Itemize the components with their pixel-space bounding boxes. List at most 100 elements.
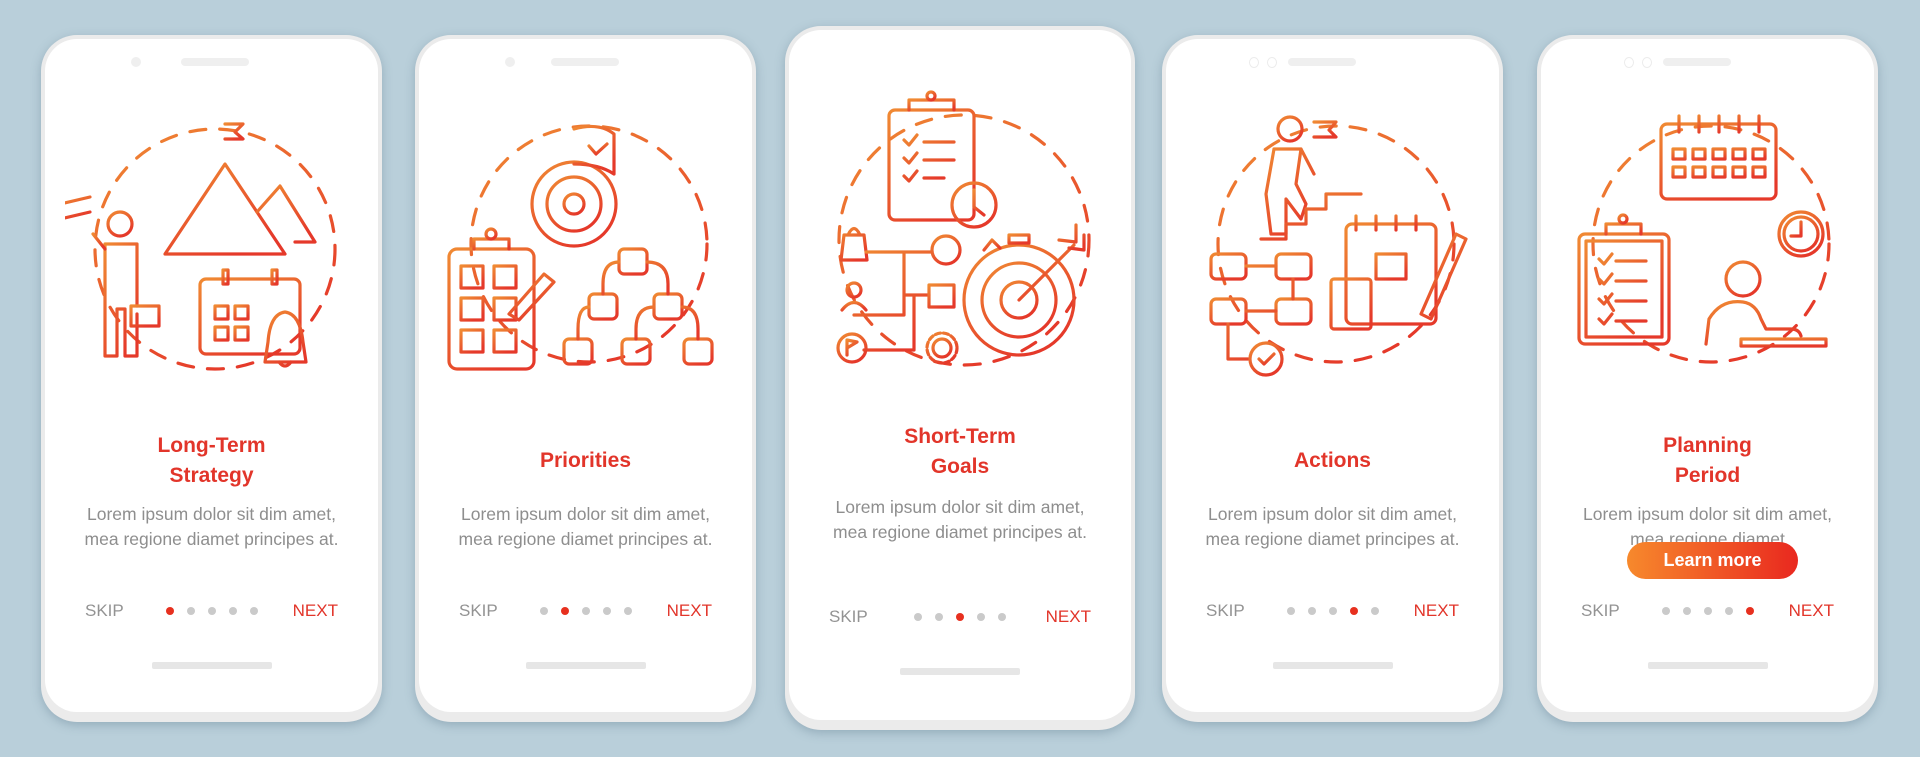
page-dot[interactable] — [1682, 607, 1691, 615]
page-dot[interactable] — [228, 607, 237, 615]
page-dot[interactable] — [1370, 607, 1379, 615]
onboarding-screen-short-term-goals: Short-Term Goals Lorem ipsum dolor sit di… — [785, 26, 1135, 730]
next-button[interactable]: NEXT — [293, 599, 338, 623]
person-at-laptop-icon — [1704, 260, 1828, 348]
page-dot[interactable] — [186, 607, 195, 615]
pager-nav: SKIP NEXT — [419, 599, 752, 623]
speaker-bar — [1288, 58, 1356, 66]
camera-ring — [1624, 57, 1634, 68]
page-dot-active[interactable] — [560, 607, 569, 615]
pager-nav: SKIP NEXT — [789, 605, 1131, 629]
dashed-circle-decoration — [1216, 124, 1456, 364]
phone-notch — [1541, 57, 1874, 68]
page-dot[interactable] — [623, 607, 632, 615]
actions-illustration — [1209, 115, 1468, 377]
next-button[interactable]: NEXT — [667, 599, 712, 623]
skip-button[interactable]: SKIP — [1581, 599, 1620, 623]
pager-nav: SKIP NEXT — [1541, 599, 1874, 623]
pager-nav: SKIP NEXT — [1166, 599, 1499, 623]
calendar-icon — [1659, 114, 1778, 201]
page-dot[interactable] — [1307, 607, 1316, 615]
next-button[interactable]: NEXT — [1789, 599, 1834, 623]
target-flag-icon — [530, 122, 618, 248]
clock-icon — [1777, 210, 1825, 258]
screen-description: Lorem ipsum dolor sit dim amet, mea regi… — [84, 504, 339, 549]
phone-notch — [1166, 57, 1499, 68]
priorities-illustration — [447, 122, 714, 371]
page-dot-active[interactable] — [1745, 607, 1754, 615]
screen-title: Long-Term Strategy — [157, 434, 266, 487]
phone-screen: Priorities Lorem ipsum dolor sit dim ame… — [419, 39, 752, 712]
page-dot[interactable] — [539, 607, 548, 615]
long-term-strategy-illustration — [65, 122, 337, 371]
page-dot[interactable] — [998, 613, 1006, 621]
home-indicator — [151, 662, 272, 669]
onboarding-screen-actions: Actions Lorem ipsum dolor sit dim amet, … — [1162, 35, 1503, 722]
short-term-goals-illustration — [836, 90, 1091, 367]
page-indicator — [1286, 607, 1379, 615]
camera-dot — [131, 57, 141, 67]
page-dot[interactable] — [1724, 607, 1733, 615]
phone-screen: Planning Period Lorem ipsum dolor sit dim… — [1541, 39, 1874, 712]
page-dot[interactable] — [1286, 607, 1295, 615]
page-dot[interactable] — [1661, 607, 1670, 615]
dashed-circle-decoration — [837, 113, 1091, 367]
page-dot[interactable] — [602, 607, 611, 615]
page-indicator — [539, 607, 632, 615]
home-indicator — [900, 668, 1020, 675]
screen-title: Priorities — [539, 449, 632, 472]
screen-title: Planning Period — [1663, 434, 1752, 487]
screen-description: Lorem ipsum dolor sit dim amet, mea regi… — [458, 504, 713, 549]
skip-button[interactable]: SKIP — [85, 599, 124, 623]
workflow-icons — [836, 226, 962, 365]
next-button[interactable]: NEXT — [1414, 599, 1459, 623]
page-dot[interactable] — [581, 607, 590, 615]
page-dot-active[interactable] — [165, 607, 174, 615]
onboarding-screen-planning-period: Planning Period Lorem ipsum dolor sit dim… — [1537, 35, 1878, 722]
page-dot[interactable] — [207, 607, 216, 615]
page-indicator — [1661, 607, 1754, 615]
skip-button[interactable]: SKIP — [459, 599, 498, 623]
phone-screen: Long-Term Strategy Lorem ipsum dolor sit … — [45, 39, 378, 712]
home-indicator — [525, 662, 646, 669]
onboarding-screen-priorities: Priorities Lorem ipsum dolor sit dim ame… — [415, 35, 756, 722]
flowchart-icon — [1209, 252, 1313, 377]
phone-notch — [45, 57, 378, 67]
screen-description: Lorem ipsum dolor sit dim amet, mea regi… — [833, 497, 1087, 542]
sensor-ring — [1642, 57, 1652, 68]
learn-more-button[interactable]: Learn more — [1627, 542, 1798, 579]
camera-dot — [505, 57, 515, 67]
screen-title: Short-Term Goals — [904, 425, 1016, 478]
phone-screen: Actions Lorem ipsum dolor sit dim amet, … — [1166, 39, 1499, 712]
screen-title: Actions — [1293, 449, 1371, 472]
screen-description: Lorem ipsum dolor sit dim amet, mea regi… — [1205, 504, 1460, 549]
phone-notch — [419, 57, 752, 67]
clipboard-clock-icon — [887, 90, 998, 229]
phone-screen: Short-Term Goals Lorem ipsum dolor sit di… — [789, 30, 1131, 720]
dashed-circle-decoration — [1591, 124, 1831, 364]
page-dot[interactable] — [1328, 607, 1337, 615]
camera-ring — [1249, 57, 1259, 68]
page-dot[interactable] — [1703, 607, 1712, 615]
page-dot[interactable] — [914, 613, 922, 621]
skip-button[interactable]: SKIP — [829, 605, 868, 629]
onboarding-screen-long-term-strategy: Long-Term Strategy Lorem ipsum dolor sit … — [41, 35, 382, 722]
mountain-flag-icon — [163, 122, 317, 256]
page-dot[interactable] — [935, 613, 943, 621]
person-climbing-stairs-icon — [1259, 115, 1363, 241]
page-dot-active[interactable] — [956, 613, 964, 621]
planner-calculator-pencil-icon — [1329, 214, 1468, 331]
home-indicator — [1272, 662, 1393, 669]
next-button[interactable]: NEXT — [1046, 605, 1091, 629]
page-indicator — [914, 613, 1006, 621]
page-dot[interactable] — [977, 613, 985, 621]
page-dot-active[interactable] — [1349, 607, 1358, 615]
speaker-bar — [551, 58, 619, 66]
stopwatch-target-icon — [962, 223, 1086, 357]
speaker-bar — [1663, 58, 1731, 66]
pager-nav: SKIP NEXT — [45, 599, 378, 623]
briefcase-icon — [129, 304, 161, 328]
page-dot[interactable] — [249, 607, 258, 615]
page-indicator — [165, 607, 258, 615]
skip-button[interactable]: SKIP — [1206, 599, 1245, 623]
